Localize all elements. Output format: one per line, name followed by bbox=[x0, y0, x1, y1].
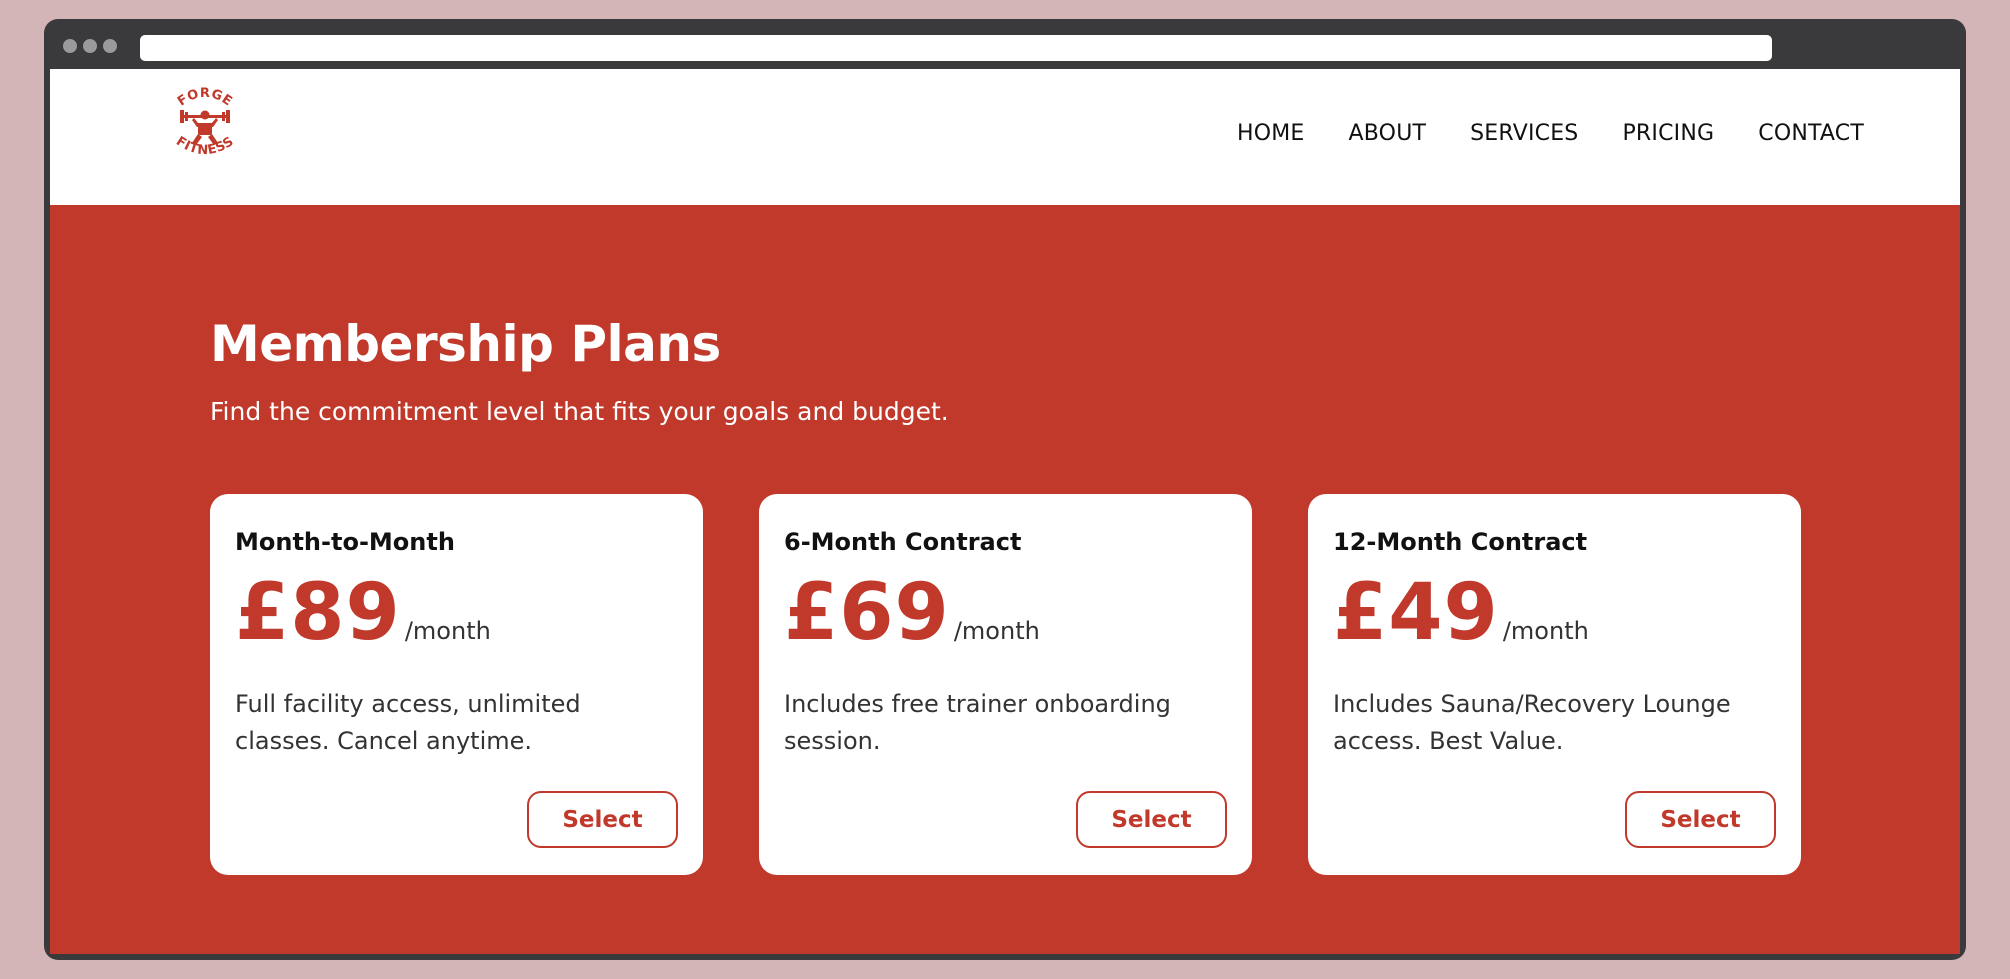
plan-name: 6-Month Contract bbox=[784, 528, 1022, 556]
plan-description: Full facility access, unlimited classes.… bbox=[235, 690, 581, 755]
plan-description: Includes free trainer onboarding session… bbox=[784, 690, 1171, 755]
section-title: Membership Plans bbox=[210, 315, 721, 373]
address-bar[interactable] bbox=[140, 35, 1772, 61]
plan-price: £49 bbox=[1333, 568, 1499, 658]
nav-link-home[interactable]: HOME bbox=[1237, 121, 1305, 146]
price-row: £89 /month bbox=[235, 574, 491, 652]
window-control-dot[interactable] bbox=[103, 39, 117, 53]
price-row: £49 /month bbox=[1333, 574, 1589, 652]
select-plan-button[interactable]: Select bbox=[527, 791, 678, 848]
browser-titlebar bbox=[44, 19, 1966, 69]
plan-description: Includes Sauna/Recovery Lounge access. B… bbox=[1333, 690, 1731, 755]
nav-link-services[interactable]: SERVICES bbox=[1470, 121, 1578, 146]
select-plan-button[interactable]: Select bbox=[1625, 791, 1776, 848]
plan-period: /month bbox=[1502, 617, 1589, 645]
main-nav: HOME ABOUT SERVICES PRICING CONTACT bbox=[1237, 121, 1864, 146]
price-row: £69 /month bbox=[784, 574, 1040, 652]
plan-name: 12-Month Contract bbox=[1333, 528, 1588, 556]
plan-card-month-to-month: Month-to-Month £89 /month Full facility … bbox=[210, 494, 703, 875]
site-header: FORGE FITNESS HOME ABOUT SERVICES PRICIN… bbox=[50, 69, 1960, 205]
forge-fitness-logo[interactable]: FORGE FITNESS bbox=[158, 81, 252, 165]
plan-price: £89 bbox=[235, 568, 401, 658]
svg-text:FITNESS: FITNESS bbox=[173, 134, 236, 158]
nav-link-contact[interactable]: CONTACT bbox=[1758, 121, 1864, 146]
plan-period: /month bbox=[953, 617, 1040, 645]
plan-card-6-month: 6-Month Contract £69 /month Includes fre… bbox=[759, 494, 1252, 875]
section-subtitle: Find the commitment level that fits your… bbox=[210, 397, 949, 426]
select-plan-button[interactable]: Select bbox=[1076, 791, 1227, 848]
nav-link-about[interactable]: ABOUT bbox=[1349, 121, 1427, 146]
plan-name: Month-to-Month bbox=[235, 528, 455, 556]
plan-period: /month bbox=[404, 617, 491, 645]
logo-text-bottom: FITNESS bbox=[173, 134, 236, 158]
browser-window: FORGE FITNESS HOME ABOUT SERVICES PRICIN… bbox=[44, 19, 1966, 960]
window-control-dot[interactable] bbox=[83, 39, 97, 53]
nav-link-pricing[interactable]: PRICING bbox=[1622, 121, 1714, 146]
window-control-dot[interactable] bbox=[63, 39, 77, 53]
plan-price: £69 bbox=[784, 568, 950, 658]
logo-text-top: FORGE bbox=[175, 86, 234, 110]
page-viewport: FORGE FITNESS HOME ABOUT SERVICES PRICIN… bbox=[50, 69, 1960, 954]
plan-card-12-month: 12-Month Contract £49 /month Includes Sa… bbox=[1308, 494, 1801, 875]
svg-text:FORGE: FORGE bbox=[175, 86, 235, 110]
plan-cards: Month-to-Month £89 /month Full facility … bbox=[210, 494, 1801, 875]
